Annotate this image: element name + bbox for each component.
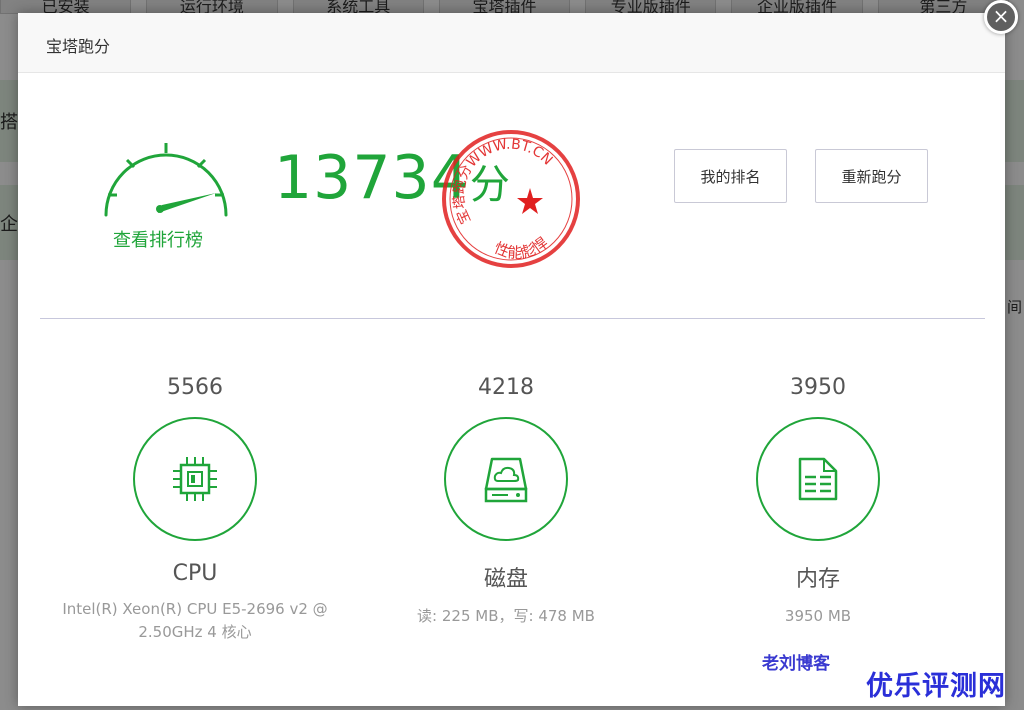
modal-header: 宝塔跑分 bbox=[18, 13, 1005, 73]
view-leaderboard-link[interactable]: 查看排行榜 bbox=[113, 226, 203, 252]
metric-detail: 读: 225 MB，写: 478 MB bbox=[417, 607, 595, 625]
metric-detail: 3950 MB bbox=[784, 607, 852, 625]
modal-title: 宝塔跑分 bbox=[46, 37, 111, 56]
metric-disk: 4218 磁盘 读: 225 MB，写: 478 MB bbox=[356, 373, 656, 628]
watermark-site: 优乐评测网 bbox=[866, 671, 1006, 702]
metric-circle bbox=[756, 417, 880, 541]
metric-circle bbox=[133, 417, 257, 541]
speedometer-icon[interactable] bbox=[98, 135, 234, 235]
metric-name: 内存 bbox=[795, 567, 840, 592]
section-divider bbox=[40, 318, 985, 319]
watermark-blog: 老刘博客 bbox=[762, 654, 830, 674]
stamp-star-icon bbox=[517, 188, 543, 214]
rerun-benchmark-button[interactable]: 重新跑分 bbox=[815, 149, 928, 203]
cpu-icon bbox=[173, 457, 217, 501]
metric-detail: Intel(R) Xeon(R) CPU E5-2696 v2 @ 2.50GH… bbox=[62, 600, 328, 641]
bt-stamp-icon: 宝塔跑分WWW.BT.CN 性能彪悍 bbox=[442, 130, 580, 268]
close-button[interactable]: × bbox=[984, 0, 1018, 34]
metric-circle bbox=[444, 417, 568, 541]
metric-score: 3950 bbox=[790, 375, 846, 400]
memory-icon bbox=[798, 457, 838, 501]
metric-memory: 3950 内存 3950 MB bbox=[668, 373, 968, 628]
metric-score: 5566 bbox=[167, 375, 223, 400]
metric-cpu: 5566 CPU Intel(R) Xeon(R) CPU E5-2696 v2… bbox=[45, 373, 345, 644]
my-rank-button[interactable]: 我的排名 bbox=[674, 149, 787, 203]
metric-name: CPU bbox=[172, 561, 218, 586]
metric-score: 4218 bbox=[478, 375, 534, 400]
metric-name: 磁盘 bbox=[483, 567, 528, 592]
disk-icon bbox=[484, 457, 528, 503]
benchmark-modal: 宝塔跑分 查看排行榜 13734分 宝塔跑分WWW.BT.CN 性能彪悍 我的排… bbox=[18, 13, 1005, 706]
